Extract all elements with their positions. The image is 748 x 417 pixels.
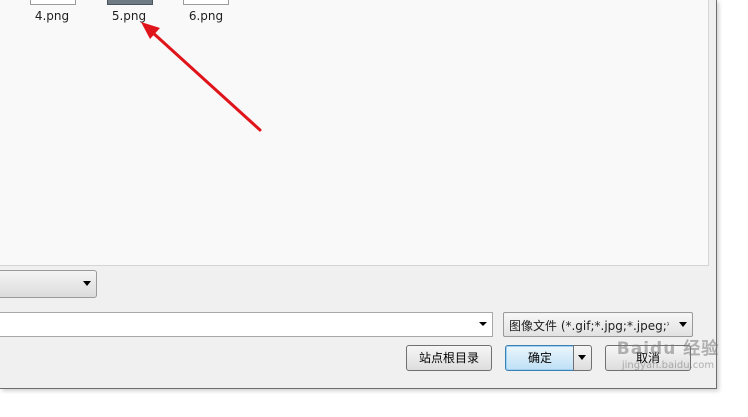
ok-button[interactable]: 确定	[505, 345, 575, 371]
watermark-url: jingyan.baidu.com	[621, 360, 715, 371]
file-dialog: 4.png 5.png 6.png 图像文件 (*.gif;*.jpg;*.jp…	[0, 0, 717, 389]
file-thumbnail-5[interactable]	[107, 0, 153, 5]
chevron-down-icon[interactable]	[679, 322, 687, 327]
file-list-area[interactable]: 4.png 5.png 6.png	[0, 0, 709, 266]
ok-dropdown-button[interactable]	[573, 345, 592, 371]
file-thumbnail-6[interactable]	[183, 0, 229, 5]
file-label-4[interactable]: 4.png	[22, 9, 82, 23]
watermark: Baidu 经验 jingyan.baidu.com	[612, 338, 724, 382]
path-combo[interactable]	[0, 270, 97, 298]
watermark-logo: Baidu 经验	[616, 339, 720, 359]
file-label-6[interactable]: 6.png	[176, 9, 236, 23]
file-type-filter-value: 图像文件 (*.gif;*.jpg;*.jpeg;*.p	[509, 319, 669, 333]
site-root-button[interactable]: 站点根目录	[406, 345, 492, 371]
file-thumbnail-4[interactable]	[30, 0, 76, 5]
chevron-down-icon	[578, 355, 586, 360]
file-type-filter[interactable]: 图像文件 (*.gif;*.jpg;*.jpeg;*.p	[503, 312, 693, 337]
file-label-5[interactable]: 5.png	[99, 9, 159, 23]
chevron-down-icon[interactable]	[83, 281, 91, 286]
chevron-down-icon[interactable]	[479, 322, 487, 326]
filename-combo[interactable]	[0, 312, 493, 337]
